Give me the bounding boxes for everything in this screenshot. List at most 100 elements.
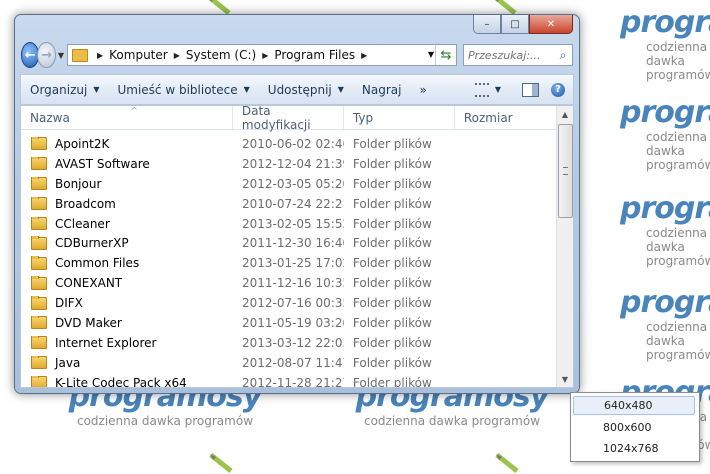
scroll-down-button[interactable]: ▼: [557, 371, 573, 387]
column-name-label: Nazwa: [30, 110, 70, 125]
organize-menu[interactable]: Organizuj ▼: [21, 83, 108, 97]
address-bar[interactable]: ▶ Komputer ▶ System (C:) ▶ Program Files…: [67, 44, 457, 66]
file-name-cell: CCleaner: [21, 216, 233, 231]
include-label: Umieść w bibliotece: [117, 82, 238, 97]
file-name: Bonjour: [55, 176, 102, 191]
chevron-right-icon[interactable]: ▶: [262, 51, 268, 60]
organize-label: Organizuj: [30, 82, 88, 97]
burn-button[interactable]: Nagraj: [353, 83, 411, 97]
search-box: ⌕: [463, 44, 573, 66]
file-rows: Apoint2K 2010-06-02 02:46 Folder plików AVA…: [21, 134, 557, 388]
file-name: DIFX: [55, 296, 83, 311]
table-row[interactable]: Common Files 2013-01-25 17:02 Folder plikó…: [21, 253, 557, 273]
search-input[interactable]: [464, 47, 554, 63]
vertical-scrollbar[interactable]: ▲ ▼: [556, 106, 573, 387]
breadcrumb-computer[interactable]: Komputer: [109, 48, 168, 62]
help-button[interactable]: ?: [551, 82, 565, 97]
title-bar[interactable]: – □ ✕: [15, 15, 579, 37]
column-header-type[interactable]: Typ: [344, 106, 455, 129]
table-row[interactable]: Bonjour 2012-03-05 05:20 Folder plików: [21, 174, 557, 194]
file-name-cell: Bonjour: [21, 176, 233, 191]
forward-button[interactable]: →: [37, 42, 56, 68]
maximize-button[interactable]: □: [501, 15, 529, 34]
folder-icon: [31, 256, 47, 270]
arrow-left-icon: ←: [24, 47, 36, 63]
recent-pages-dropdown[interactable]: ▼: [58, 51, 64, 60]
table-row[interactable]: CDBurnerXP 2011-12-30 16:40 Folder plików: [21, 233, 557, 253]
refresh-button[interactable]: ⇆: [435, 45, 456, 65]
chevron-down-icon: ▼: [494, 85, 501, 94]
column-header-date[interactable]: Data modyfikacji: [233, 106, 344, 132]
file-name: CDBurnerXP: [55, 236, 129, 251]
file-name-cell: Apoint2K: [21, 136, 233, 151]
search-icon[interactable]: ⌕: [554, 48, 572, 63]
folder-icon: [31, 156, 47, 171]
resolution-option-640x480[interactable]: 640x480: [573, 396, 695, 415]
folder-icon: [31, 335, 47, 350]
column-headers: Nazwa ^ Data modyfikacji Typ Rozmiar: [21, 106, 557, 132]
watermark-logo: programosy codzienna dawka programów: [620, 194, 710, 268]
folder-icon: [31, 355, 47, 370]
file-name: Internet Explorer: [55, 335, 157, 350]
watermark-logo: programosy codzienna dawka programów: [620, 98, 710, 172]
share-menu[interactable]: Udostępnij ▼: [259, 83, 353, 97]
column-header-name[interactable]: Nazwa ^: [21, 106, 233, 129]
table-row[interactable]: Java 2012-08-07 11:47 Folder plików: [21, 353, 557, 373]
file-name-cell: CONEXANT: [21, 276, 233, 290]
table-row[interactable]: DVD Maker 2011-05-19 03:20 Folder plików: [21, 313, 557, 333]
column-header-size[interactable]: Rozmiar: [455, 106, 557, 129]
preview-pane-button[interactable]: [522, 82, 539, 97]
include-in-library-menu[interactable]: Umieść w bibliotece ▼: [108, 83, 258, 97]
file-name: DVD Maker: [55, 315, 122, 330]
file-name-cell: Internet Explorer: [21, 335, 233, 350]
file-date: 2011-12-16 10:35: [241, 276, 344, 291]
resolution-option-1024x768[interactable]: 1024x768: [573, 439, 695, 458]
change-view-button[interactable]: ▼: [466, 82, 510, 97]
breadcrumb-system-drive[interactable]: System (C:): [186, 48, 256, 62]
table-row[interactable]: Internet Explorer 2013-03-12 22:03 Folder …: [21, 333, 557, 353]
chevron-right-icon[interactable]: ▶: [174, 51, 180, 60]
chevron-right-icon[interactable]: ▶: [361, 51, 367, 60]
table-row[interactable]: K-Lite Codec Pack x64 2012-11-28 21:27 Fol…: [21, 373, 557, 388]
scroll-thumb[interactable]: [558, 124, 573, 218]
watermark-logo: programosy codzienna dawka programów: [620, 8, 710, 82]
file-name-cell: Common Files: [21, 256, 233, 270]
share-label: Udostępnij: [267, 82, 332, 97]
file-type: Folder plików: [352, 355, 432, 370]
table-row[interactable]: Broadcom 2010-07-24 22:21 Folder plików: [21, 194, 557, 214]
file-name: AVAST Software: [55, 156, 150, 171]
file-date: 2010-06-02 02:46: [241, 136, 344, 151]
file-type: Folder plików: [352, 315, 432, 330]
folder-icon: [31, 196, 47, 211]
folder-icon: [31, 315, 47, 330]
minimize-button[interactable]: –: [473, 15, 501, 34]
address-row: ← → ▼ ▶ Komputer ▶ System (C:) ▶ Program…: [21, 41, 573, 69]
file-type: Folder plików: [352, 156, 432, 171]
breadcrumb-program-files[interactable]: Program Files: [274, 48, 355, 62]
table-row[interactable]: DIFX 2012-07-16 00:35 Folder plików: [21, 293, 557, 313]
scroll-up-button[interactable]: ▲: [557, 106, 573, 122]
resolution-option-800x600[interactable]: 800x600: [573, 418, 695, 437]
table-row[interactable]: CONEXANT 2011-12-16 10:35 Folder plików: [21, 273, 557, 293]
file-date: 2013-03-12 22:03: [241, 335, 344, 350]
file-list: Nazwa ^ Data modyfikacji Typ Rozmiar Apo…: [20, 105, 574, 388]
close-button[interactable]: ✕: [529, 15, 573, 34]
file-type: Folder plików: [352, 176, 432, 191]
table-row[interactable]: Apoint2K 2010-06-02 02:46 Folder plików: [21, 134, 557, 154]
more-commands-button[interactable]: »: [411, 83, 436, 97]
chevron-down-icon: ▼: [243, 85, 250, 94]
address-history-dropdown[interactable]: ▼: [428, 50, 434, 59]
grip-icon: [563, 167, 568, 175]
file-name-cell: DIFX: [21, 296, 233, 310]
table-row[interactable]: CCleaner 2013-02-05 15:52 Folder plików: [21, 214, 557, 234]
file-date: 2012-03-05 05:20: [241, 176, 344, 191]
folder-icon: [31, 176, 47, 191]
file-date: 2011-12-30 16:40: [241, 236, 344, 251]
chevron-down-icon: ▼: [93, 85, 100, 94]
table-row[interactable]: AVAST Software 2012-12-04 21:39 Folder pli…: [21, 154, 557, 174]
file-name: Java: [55, 355, 81, 370]
file-type: Folder plików: [352, 276, 432, 291]
file-name: Apoint2K: [55, 136, 110, 151]
chevron-right-icon[interactable]: ▶: [97, 51, 103, 60]
file-type: Folder plików: [352, 375, 432, 388]
